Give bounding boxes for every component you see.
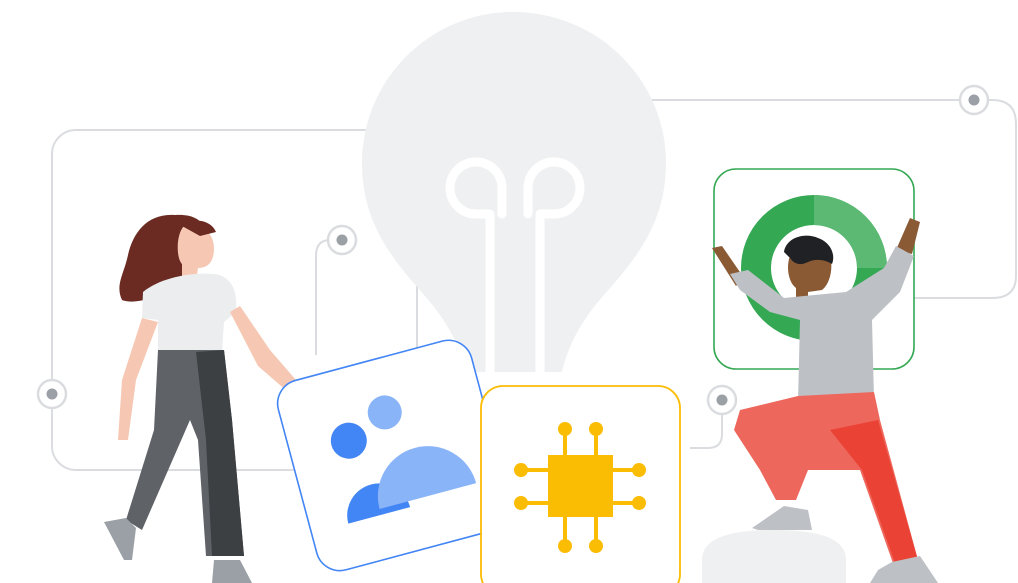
man-figure [712, 218, 938, 583]
woman-shirt [142, 273, 237, 352]
connector-node [326, 224, 358, 256]
woman-figure [104, 214, 296, 583]
illustration-scene [36, 12, 1017, 583]
lightbulb-icon [362, 12, 666, 377]
woman-shoe-right [212, 560, 252, 583]
connector-node [958, 84, 990, 116]
man-shoe-left [752, 506, 812, 530]
pedestal [702, 530, 846, 583]
man-shoe-right [870, 556, 938, 583]
chip-card [480, 385, 681, 583]
woman-left-arm [118, 318, 158, 440]
connector-node [706, 384, 738, 416]
circuit-line-center [315, 239, 342, 355]
woman-shoe-left [104, 518, 136, 560]
connector-node [36, 378, 68, 410]
woman-right-arm [230, 306, 296, 392]
